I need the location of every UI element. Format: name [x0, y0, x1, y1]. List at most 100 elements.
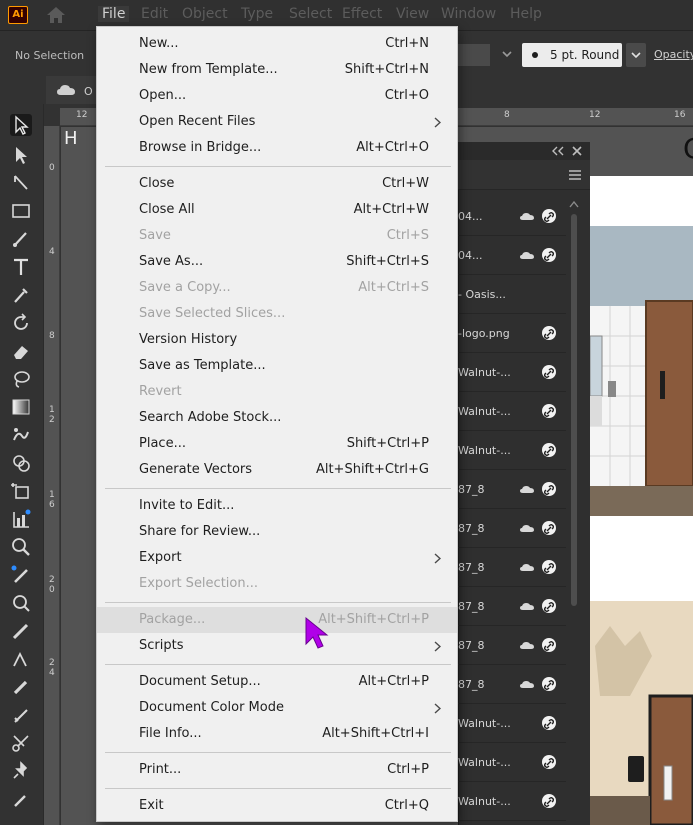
- menu-item-share-for-review[interactable]: Share for Review...: [97, 519, 457, 545]
- menu-item-exit[interactable]: Exit Ctrl+Q: [97, 793, 457, 819]
- panel-menu-icon[interactable]: [568, 169, 582, 181]
- scroll-up-icon[interactable]: [569, 200, 579, 208]
- links-row[interactable]: 87_8: [458, 510, 566, 548]
- menu-type[interactable]: Type: [241, 6, 273, 22]
- stroke-weight-field[interactable]: [458, 44, 490, 66]
- puppet-warp-tool[interactable]: [10, 424, 32, 446]
- pencil-tool[interactable]: [10, 564, 32, 586]
- selection-arrow-icon: [15, 115, 29, 135]
- opacity-label[interactable]: Opacity: [654, 48, 693, 61]
- rectangle-tool[interactable]: [10, 200, 32, 222]
- chain-link-icon: [543, 757, 555, 769]
- links-row[interactable]: Walnut-...: [458, 354, 566, 392]
- path-eraser-tool[interactable]: [10, 704, 32, 726]
- gradient-tool[interactable]: [10, 396, 32, 418]
- menu-item-new-from-template[interactable]: New from Template... Shift+Ctrl+N: [97, 57, 457, 83]
- menu-item-place[interactable]: Place... Shift+Ctrl+P: [97, 431, 457, 457]
- menu-item-document-color-mode[interactable]: Document Color Mode: [97, 695, 457, 721]
- menu-view[interactable]: View: [396, 6, 429, 22]
- chain-link-icon: [543, 718, 555, 730]
- menu-edit[interactable]: Edit: [141, 6, 168, 22]
- paintbrush-tool[interactable]: [10, 228, 32, 250]
- width-tool[interactable]: [10, 620, 32, 642]
- brush-definition-select[interactable]: 5 pt. Round: [522, 43, 622, 67]
- menu-item-scripts[interactable]: Scripts: [97, 633, 457, 659]
- submenu-arrow-icon: [434, 117, 441, 128]
- menu-item-invite-to-edit[interactable]: Invite to Edit...: [97, 493, 457, 519]
- menu-item-open-recent-files[interactable]: Open Recent Files: [97, 109, 457, 135]
- menu-item-export[interactable]: Export: [97, 545, 457, 571]
- menu-item-generate-vectors[interactable]: Generate Vectors Alt+Shift+Ctrl+G: [97, 457, 457, 483]
- shape-builder-tool[interactable]: [10, 452, 32, 474]
- links-row[interactable]: 87_8: [458, 549, 566, 587]
- links-row[interactable]: Walnut-...: [458, 705, 566, 743]
- eyedropper-tool-2[interactable]: [10, 788, 32, 810]
- link-file-name: Walnut-...: [458, 756, 511, 769]
- menu-item-file-info[interactable]: File Info... Alt+Shift+Ctrl+I: [97, 721, 457, 747]
- links-row[interactable]: 04...: [458, 198, 566, 236]
- link-icon: [542, 560, 556, 574]
- artboard-tool[interactable]: [10, 480, 32, 502]
- close-icon[interactable]: [572, 146, 582, 156]
- direct-selection-tool[interactable]: [10, 144, 32, 166]
- menu-effect[interactable]: Effect: [342, 6, 382, 22]
- pen-tool[interactable]: [10, 172, 32, 194]
- smooth-tool[interactable]: [10, 676, 32, 698]
- link-file-name: 87_8: [458, 678, 485, 691]
- menu-item-package: Package... Alt+Shift+Ctrl+P: [97, 607, 457, 633]
- menu-item-search-adobe-stock[interactable]: Search Adobe Stock...: [97, 405, 457, 431]
- menu-item-browse-in-bridge[interactable]: Browse in Bridge... Alt+Ctrl+O: [97, 135, 457, 161]
- ruler-tick-label: 12: [76, 110, 88, 120]
- link-icon: [542, 599, 556, 613]
- links-row[interactable]: 04...: [458, 237, 566, 275]
- column-graph-tool[interactable]: [10, 508, 32, 530]
- menu-item-label: Share for Review...: [139, 524, 261, 539]
- scrollbar-thumb[interactable]: [571, 214, 577, 606]
- menu-item-document-setup[interactable]: Document Setup... Alt+Ctrl+P: [97, 669, 457, 695]
- chevron-down-icon[interactable]: [626, 43, 646, 67]
- menu-item-print[interactable]: Print... Ctrl+P: [97, 757, 457, 783]
- curvature-tool[interactable]: [10, 648, 32, 670]
- links-row[interactable]: 87_8: [458, 471, 566, 509]
- home-icon[interactable]: [46, 6, 66, 24]
- links-row[interactable]: Walnut-...: [458, 744, 566, 782]
- zoom-tool[interactable]: [10, 536, 32, 558]
- links-row[interactable]: Walnut-...: [458, 783, 566, 821]
- pin-tool[interactable]: [10, 760, 32, 782]
- rotate-tool[interactable]: [10, 312, 32, 334]
- eyedropper-tool[interactable]: [10, 284, 32, 306]
- scissors-tool[interactable]: [10, 732, 32, 754]
- menu-window[interactable]: Window: [441, 6, 496, 22]
- menu-item-save-as-template[interactable]: Save as Template...: [97, 353, 457, 379]
- type-tool[interactable]: [10, 256, 32, 278]
- menu-item-close-all[interactable]: Close All Alt+Ctrl+W: [97, 197, 457, 223]
- menu-item-open[interactable]: Open... Ctrl+O: [97, 83, 457, 109]
- links-row[interactable]: 87_8: [458, 666, 566, 704]
- selection-tool[interactable]: [10, 114, 32, 136]
- links-row[interactable]: -logo.png: [458, 315, 566, 353]
- collapse-panel-icon[interactable]: [552, 146, 564, 156]
- menu-item-version-history[interactable]: Version History: [97, 327, 457, 353]
- menu-help[interactable]: Help: [510, 6, 542, 22]
- link-file-name: 87_8: [458, 522, 485, 535]
- menu-item-save-as[interactable]: Save As... Shift+Ctrl+S: [97, 249, 457, 275]
- lasso-tool[interactable]: [10, 368, 32, 390]
- ruler-tick-label: 4: [49, 247, 55, 257]
- links-row[interactable]: 87_8: [458, 588, 566, 626]
- vertical-ruler[interactable]: [44, 126, 60, 825]
- links-row[interactable]: - Oasis...: [458, 276, 566, 314]
- menu-item-new[interactable]: New... Ctrl+N: [97, 31, 457, 57]
- cloud-icon: [520, 252, 534, 259]
- menu-item-close[interactable]: Close Ctrl+W: [97, 171, 457, 197]
- links-row[interactable]: 87_8: [458, 627, 566, 665]
- chevron-down-icon[interactable]: [500, 47, 514, 61]
- artboard[interactable]: [589, 176, 693, 825]
- menu-object[interactable]: Object: [182, 6, 228, 22]
- eraser-tool[interactable]: [10, 340, 32, 362]
- menu-item-export-selection: Export Selection...: [97, 571, 457, 597]
- menu-select[interactable]: Select: [289, 6, 332, 22]
- blob-brush-tool[interactable]: [10, 592, 32, 614]
- menu-file[interactable]: File: [98, 6, 130, 22]
- links-row[interactable]: Walnut-...: [458, 393, 566, 431]
- links-row[interactable]: Walnut-...: [458, 432, 566, 470]
